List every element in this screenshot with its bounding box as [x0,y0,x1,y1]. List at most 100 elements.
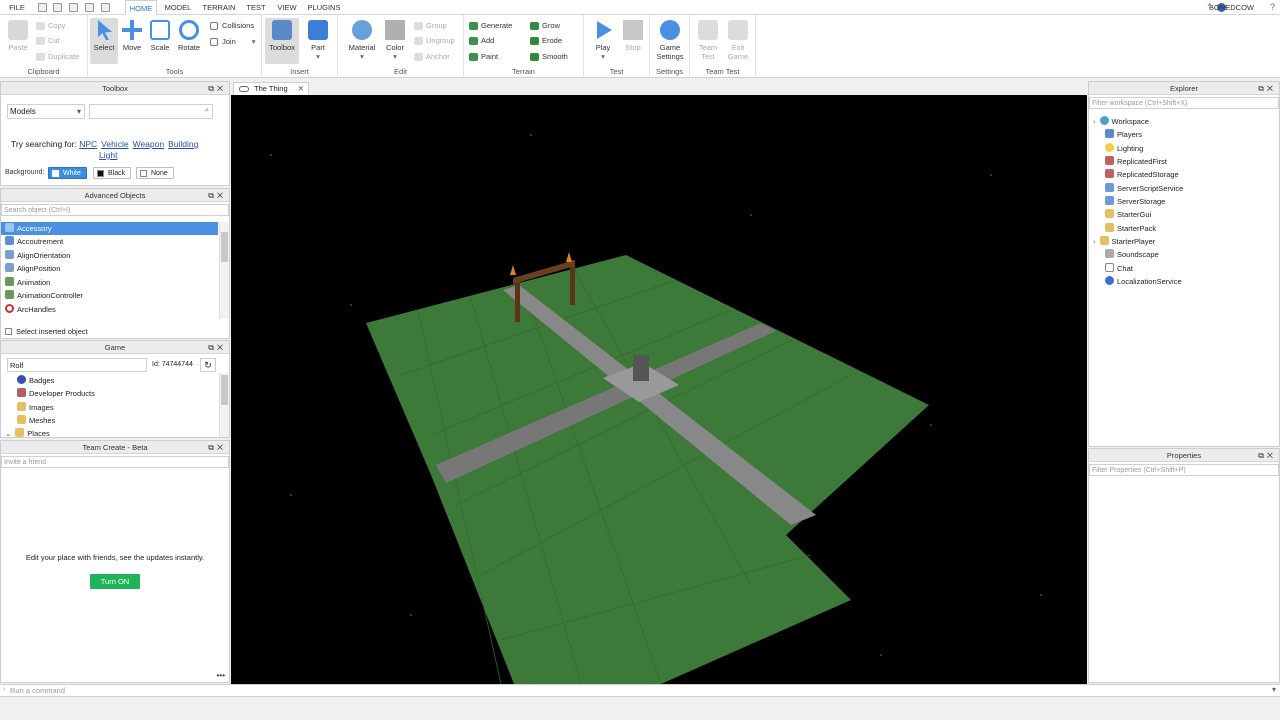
toolbox-button[interactable]: Toolbox [265,18,299,64]
toolbox-category-select[interactable]: Models ▾ [7,104,85,119]
add-terrain-button[interactable]: Add [469,35,494,47]
help-icon[interactable]: ? [1268,1,1277,13]
rotate-tool-button[interactable]: Rotate [175,18,203,64]
explorer-item-lighting[interactable]: Lighting [1105,142,1143,155]
smooth-terrain-button[interactable]: Smooth [530,51,568,63]
erode-terrain-button[interactable]: Erode [530,35,562,47]
stop-button[interactable]: Stop [620,18,646,64]
object-item-alignposition[interactable]: AlignPosition [5,262,60,275]
play-button[interactable]: Play ▾ [590,18,616,64]
game-item-meshes[interactable]: Meshes [17,414,55,427]
explorer-item-workspace[interactable]: › Workspace [1093,115,1149,128]
exit-game-button[interactable]: Exit Game [724,18,752,64]
turn-on-button[interactable]: Turn ON [90,574,140,589]
3d-viewport[interactable] [231,95,1087,685]
suggestion-weapon[interactable]: Weapon [133,139,165,149]
tab-plugins[interactable]: PLUGINS [304,0,344,15]
stop-quick-icon[interactable] [101,3,110,12]
object-item-accoutrement[interactable]: Accoutrement [5,235,63,248]
panel-controls[interactable]: ⧉✕ [208,441,226,454]
object-item-animationcontroller[interactable]: AnimationController [5,289,83,302]
tab-model[interactable]: MODEL [160,0,196,15]
panel-controls[interactable]: ⧉✕ [1258,82,1276,95]
chevron-down-icon[interactable]: ▾ [1272,685,1276,694]
tab-view[interactable]: VIEW [273,0,301,15]
color-button[interactable]: Color ▾ [382,18,408,64]
panel-controls[interactable]: ⧉✕ [208,341,226,354]
team-test-button[interactable]: Team Test [694,18,722,64]
background-none-button[interactable]: None [136,167,174,179]
background-white-button[interactable]: White [48,167,87,179]
redo-icon[interactable] [69,3,78,12]
panel-controls[interactable]: ⧉✕ [1258,449,1276,462]
undo-icon[interactable] [53,3,62,12]
scrollbar-thumb[interactable] [221,375,228,405]
close-icon[interactable]: ✕ [298,83,304,95]
grow-terrain-button[interactable]: Grow [530,20,560,32]
duplicate-button[interactable]: Duplicate [36,51,79,63]
explorer-item-startergui[interactable]: StarterGui [1105,208,1151,221]
move-tool-button[interactable]: Move [119,18,145,64]
explorer-item-starterplayer[interactable]: › StarterPlayer [1093,235,1155,248]
suggestion-building[interactable]: Building [168,139,198,149]
advanced-objects-search[interactable]: Search object (Ctrl+I) [1,204,229,216]
tab-test[interactable]: TEST [242,0,270,15]
explorer-item-localizationservice[interactable]: LocalizationService [1105,275,1182,288]
explorer-item-replicatedfirst[interactable]: ReplicatedFirst [1105,155,1167,168]
cut-button[interactable]: Cut [36,35,60,47]
game-name-field[interactable]: Rolf [7,358,147,372]
anchor-button[interactable]: Anchor [414,51,450,63]
new-file-icon[interactable] [38,3,47,12]
game-item-badges[interactable]: Badges [17,374,54,387]
paste-button[interactable]: Paste [4,18,32,64]
scrollbar-thumb[interactable] [221,232,228,262]
select-tool-button[interactable]: Select [90,18,118,64]
copy-button[interactable]: Copy [36,20,66,32]
background-black-button[interactable]: Black [93,167,132,179]
explorer-filter-input[interactable]: Filter workspace (Ctrl+Shift+X) [1089,97,1279,109]
explorer-item-serverstorage[interactable]: ServerStorage [1105,195,1165,208]
advanced-objects-scrollbar[interactable] [219,222,229,319]
object-item-animation[interactable]: Animation [5,276,50,289]
game-item-places[interactable]: ⌄ Places [5,427,50,440]
generate-terrain-button[interactable]: Generate [469,20,512,32]
file-menu[interactable]: FILE [4,0,30,15]
explorer-item-chat[interactable]: Chat [1105,262,1133,275]
material-button[interactable]: Material ▾ [344,18,380,64]
group-button[interactable]: Group [414,20,447,32]
panel-controls[interactable]: ⧉✕ [208,189,226,202]
explorer-item-starterpack[interactable]: StarterPack [1105,222,1156,235]
more-options-icon[interactable]: ••• [217,671,225,680]
explorer-item-soundscape[interactable]: Soundscape [1105,248,1159,261]
part-button[interactable]: Part ▾ [304,18,332,64]
properties-filter-input[interactable]: Filter Properties (Ctrl+Shift+P) [1089,464,1279,476]
suggestion-vehicle[interactable]: Vehicle [101,139,128,149]
game-item-images[interactable]: Images [17,401,54,414]
invite-friend-input[interactable]: Invite a friend [1,456,229,468]
paint-terrain-button[interactable]: Paint [469,51,498,63]
document-tab-the-thing[interactable]: The Thing ✕ [233,82,309,95]
join-toggle[interactable]: Join ▾ [210,36,256,48]
explorer-item-serverscriptservice[interactable]: ServerScriptService [1105,182,1183,195]
center-statue[interactable] [633,355,649,381]
suggestion-light[interactable]: Light [99,150,117,160]
select-inserted-toggle[interactable]: Select inserted object [5,327,88,336]
username[interactable]: BOREDCOW [1209,0,1254,15]
play-quick-icon[interactable] [85,3,94,12]
ungroup-button[interactable]: Ungroup [414,35,455,47]
game-settings-button[interactable]: Game Settings [653,18,687,64]
tab-terrain[interactable]: TERRAIN [199,0,239,15]
explorer-item-replicatedstorage[interactable]: ReplicatedStorage [1105,168,1179,181]
game-scrollbar[interactable] [219,373,229,437]
game-item-developer-products[interactable]: Developer Products [17,387,95,400]
command-bar[interactable]: › Run a command ▾ [0,684,1280,697]
refresh-icon[interactable]: ↻ [200,358,216,372]
collisions-toggle[interactable]: Collisions [210,20,254,32]
explorer-item-players[interactable]: Players [1105,128,1142,141]
object-item-archandles[interactable]: ArcHandles [5,303,56,316]
panel-controls[interactable]: ⧉✕ [208,82,226,95]
tab-home[interactable]: HOME [125,0,157,15]
scale-tool-button[interactable]: Scale [147,18,173,64]
toolbox-search-input[interactable]: ⌕ [89,104,213,119]
suggestion-npc[interactable]: NPC [79,139,97,149]
